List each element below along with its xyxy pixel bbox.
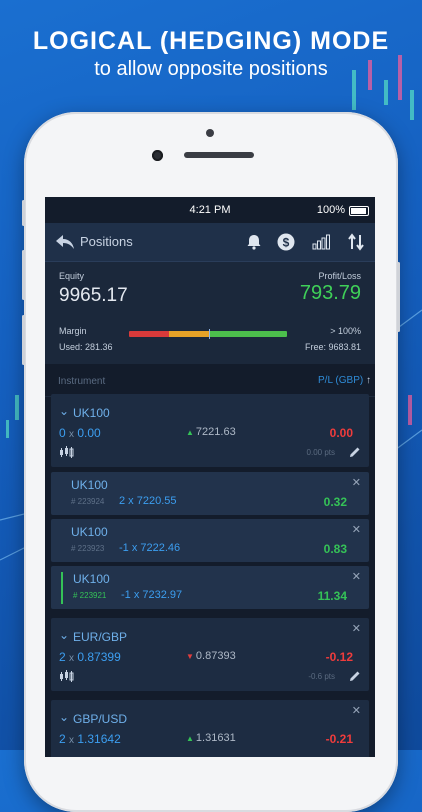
times-sign: x xyxy=(69,653,75,664)
market-price: 1.31631 xyxy=(195,732,236,744)
column-header: Instrument P/L (GBP) ↑ xyxy=(45,364,375,397)
price-up-icon: ▲ xyxy=(186,734,194,743)
position-group-gbpusd[interactable]: ⌄ GBP/USD ✕ 2 x 1.31642 ▲ 1.31631 -0.21 xyxy=(51,700,369,757)
equity-value: 9965.17 xyxy=(59,285,128,306)
position-group-eurgbp[interactable]: ⌄ EUR/GBP ✕ 2 x 0.87399 ▼ 0.87393 -0.12 -… xyxy=(51,618,369,691)
price-down-icon: ▼ xyxy=(186,652,194,661)
group-avg-price: 0.87399 xyxy=(77,650,121,664)
pl-value: 793.79 xyxy=(299,282,361,304)
group-qty-line: 0 x 0.00 xyxy=(59,426,101,440)
phone-speaker xyxy=(184,152,254,158)
position-trade: 2 x 7220.55 xyxy=(119,495,177,507)
margin-percent: > 100% xyxy=(330,326,361,336)
equity-label: Equity xyxy=(59,271,85,281)
group-pts: 0.00 pts xyxy=(306,448,335,457)
group-name: EUR/GBP xyxy=(73,630,128,644)
group-pl: -0.12 xyxy=(325,650,353,664)
price-up-icon: ▲ xyxy=(186,428,194,437)
status-bar: 4:21 PM 100% xyxy=(45,197,375,223)
position-ticket: # 223924 xyxy=(71,497,105,506)
close-icon[interactable]: ✕ xyxy=(352,704,361,717)
group-name: GBP/USD xyxy=(73,712,128,726)
edit-pencil-icon[interactable] xyxy=(349,446,361,458)
position-pl: 0.32 xyxy=(323,495,347,509)
chevron-down-icon[interactable]: ⌄ xyxy=(59,710,69,724)
position-name: UK100 xyxy=(71,478,108,492)
selected-indicator xyxy=(61,572,63,604)
position-row-selected[interactable]: UK100 # 223921 -1 x 7232.97 11.34 ✕ xyxy=(51,566,369,609)
pl-column-sort[interactable]: P/L (GBP) ↑ xyxy=(318,375,371,386)
margin-marker xyxy=(209,329,210,339)
group-qty-line: 2 x 0.87399 xyxy=(59,650,121,664)
times-sign: x xyxy=(69,429,75,440)
position-trade: -1 x 7222.46 xyxy=(119,542,181,554)
headline-subtitle: to allow opposite positions xyxy=(94,58,328,80)
close-icon[interactable]: ✕ xyxy=(352,570,361,583)
nav-bar: Positions $ xyxy=(45,223,375,262)
group-qty: 2 xyxy=(59,732,66,746)
back-arrow-icon[interactable] xyxy=(53,230,77,254)
close-icon[interactable]: ✕ xyxy=(352,523,361,536)
group-avg-price: 1.31642 xyxy=(77,732,121,746)
pl-column-label: P/L (GBP) xyxy=(318,375,364,386)
position-row[interactable]: UK100 # 223924 2 x 7220.55 0.32 ✕ xyxy=(51,472,369,515)
account-summary: Equity 9965.17 Profit/Loss 793.79 Margin… xyxy=(45,262,375,364)
signal-bars-icon[interactable] xyxy=(311,232,331,252)
sort-arrows-icon[interactable] xyxy=(346,232,366,252)
position-trade: -1 x 7232.97 xyxy=(121,589,183,601)
phone-side-button xyxy=(22,200,25,226)
market-price-line: ▲ 1.31631 xyxy=(186,732,236,744)
candlestick-icon[interactable] xyxy=(59,446,75,458)
dollar-icon[interactable]: $ xyxy=(276,232,296,252)
phone-volume-up xyxy=(22,250,25,300)
group-qty: 2 xyxy=(59,650,66,664)
position-ticket: # 223923 xyxy=(71,544,105,553)
position-row[interactable]: UK100 # 223923 -1 x 7222.46 0.83 ✕ xyxy=(51,519,369,562)
margin-bar xyxy=(129,331,287,337)
market-price-line: ▲ 7221.63 xyxy=(186,426,236,438)
instrument-column-label: Instrument xyxy=(58,376,106,387)
svg-text:$: $ xyxy=(283,236,290,250)
phone-camera xyxy=(152,150,163,161)
times-sign: x xyxy=(69,735,75,746)
group-avg-price: 0.00 xyxy=(77,426,101,440)
position-pl: 11.34 xyxy=(317,589,347,603)
sort-up-icon: ↑ xyxy=(366,375,371,386)
position-name: UK100 xyxy=(73,572,110,586)
close-icon[interactable]: ✕ xyxy=(352,622,361,635)
pl-label: Profit/Loss xyxy=(318,271,361,281)
group-name: UK100 xyxy=(73,406,110,420)
margin-used: Used: 281.36 xyxy=(59,342,113,352)
phone-power-button xyxy=(397,262,400,332)
battery-percent: 100% xyxy=(316,204,345,216)
group-qty: 0 xyxy=(59,426,66,440)
market-price: 0.87393 xyxy=(195,650,236,662)
market-price: 7221.63 xyxy=(195,426,236,438)
edit-pencil-icon[interactable] xyxy=(349,670,361,682)
chevron-down-icon[interactable]: ⌄ xyxy=(59,404,69,418)
close-icon[interactable]: ✕ xyxy=(352,476,361,489)
group-pl: 0.00 xyxy=(329,426,353,440)
bell-icon[interactable] xyxy=(244,232,264,252)
candlestick-icon[interactable] xyxy=(59,670,75,682)
margin-label: Margin xyxy=(59,326,87,336)
group-pts: -0.6 pts xyxy=(308,672,335,681)
group-qty-line: 2 x 1.31642 xyxy=(59,732,121,746)
phone-volume-down xyxy=(22,315,25,365)
group-pl: -0.21 xyxy=(325,732,353,746)
margin-free: Free: 9683.81 xyxy=(304,342,361,352)
headline-title: LOGICAL (HEDGING) MODE xyxy=(32,27,390,55)
battery-icon xyxy=(349,206,369,216)
position-group-uk100[interactable]: ⌄ UK100 0 x 0.00 ▲ 7221.63 0.00 0.00 pts xyxy=(51,394,369,467)
market-price-line: ▼ 0.87393 xyxy=(186,650,236,662)
page-title: Positions xyxy=(80,234,133,249)
app-screen: 4:21 PM 100% Positions $ Equity 9965.17 xyxy=(45,197,375,757)
position-name: UK100 xyxy=(71,525,108,539)
chevron-down-icon[interactable]: ⌄ xyxy=(59,628,69,642)
position-pl: 0.83 xyxy=(323,542,347,556)
headline: LOGICAL (HEDGING) MODE to allow opposite… xyxy=(0,26,422,82)
position-ticket: # 223921 xyxy=(73,591,107,600)
phone-sensor xyxy=(206,129,214,137)
